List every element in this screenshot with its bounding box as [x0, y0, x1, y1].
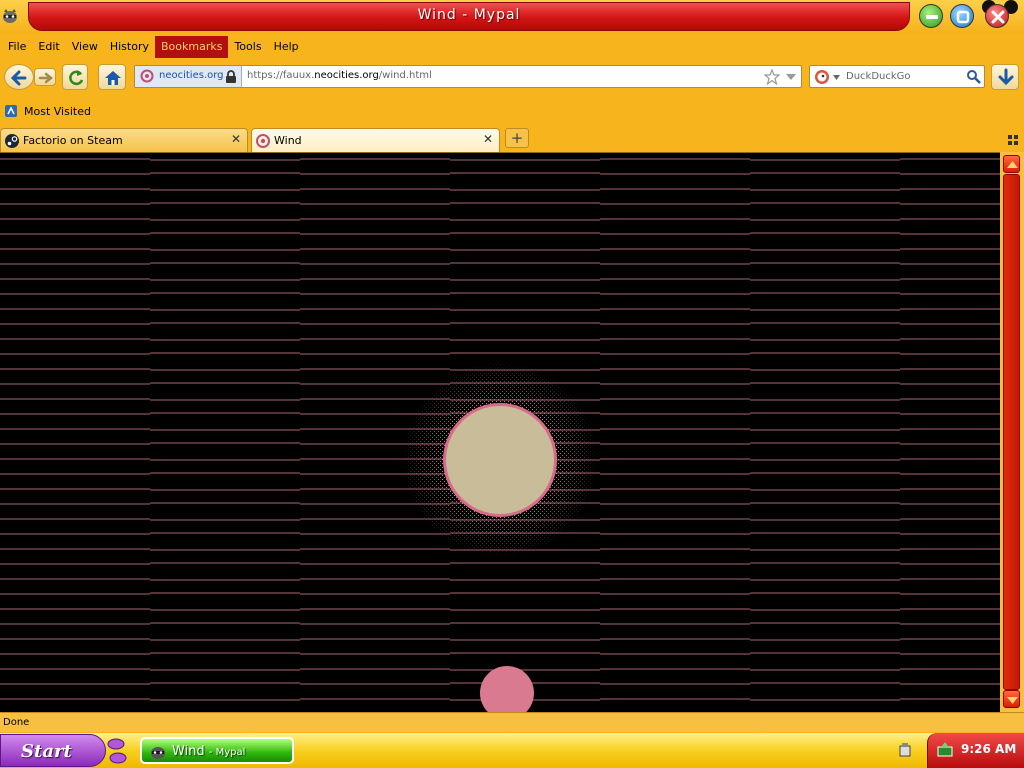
- neocities-icon: [256, 134, 270, 148]
- home-icon: [105, 71, 121, 85]
- sun: [446, 406, 554, 514]
- maximize-button[interactable]: [950, 4, 974, 28]
- tab-label: Wind: [274, 134, 302, 147]
- start-label: Start: [21, 741, 72, 762]
- minimize-icon: [926, 15, 938, 19]
- menu-tools[interactable]: Tools: [228, 36, 267, 58]
- tab-label: Factorio on Steam: [23, 134, 123, 147]
- start-ears-icon: [107, 738, 127, 764]
- menu-view[interactable]: View: [66, 36, 104, 58]
- status-bar: Done: [0, 712, 1024, 732]
- site-identity[interactable]: neocities.org: [135, 66, 242, 87]
- home-button[interactable]: [98, 64, 126, 90]
- reload-icon: [69, 70, 84, 86]
- vertical-scrollbar[interactable]: [1000, 152, 1024, 712]
- search-icon[interactable]: [966, 69, 981, 84]
- scroll-up-arrow-icon: [1007, 161, 1018, 168]
- bookmarks-toolbar: Most Visited: [0, 100, 1024, 122]
- most-visited-bookmark[interactable]: Most Visited: [4, 104, 91, 118]
- scroll-down-arrow-icon: [1007, 697, 1018, 704]
- clock[interactable]: 9:26 AM: [961, 742, 1016, 756]
- taskbar: Start Wind - Mypal 9:26 AM: [0, 733, 1024, 768]
- close-icon: [991, 10, 1005, 24]
- pink-blob: [480, 666, 534, 712]
- tab-close-icon[interactable]: ✕: [231, 132, 241, 146]
- minimize-button[interactable]: [919, 4, 943, 28]
- scroll-thumb[interactable]: [1003, 174, 1020, 690]
- mypal-raccoon-icon: [151, 747, 165, 759]
- close-button[interactable]: [985, 4, 1009, 28]
- url-text[interactable]: https://fauux.neocities.org/wind.html: [247, 70, 432, 81]
- back-button[interactable]: [4, 64, 34, 90]
- search-bar[interactable]: DuckDuckGo: [809, 65, 985, 88]
- system-tray: 9:26 AM: [927, 733, 1024, 768]
- tray-network-icon[interactable]: [936, 741, 954, 759]
- start-button[interactable]: Start: [0, 734, 106, 767]
- taskbar-item-wind[interactable]: Wind - Mypal: [140, 737, 294, 764]
- menu-help[interactable]: Help: [268, 36, 305, 58]
- menu-file[interactable]: File: [2, 36, 32, 58]
- tab-strip: Factorio on Steam ✕ Wind ✕ +: [0, 126, 1024, 152]
- search-placeholder: DuckDuckGo: [846, 71, 911, 82]
- download-arrow-icon: [998, 68, 1014, 86]
- status-text: Done: [3, 717, 30, 728]
- downloads-button[interactable]: [991, 64, 1019, 90]
- menu-bookmarks[interactable]: Bookmarks: [154, 36, 229, 58]
- scroll-up-button[interactable]: [1003, 155, 1020, 173]
- new-tab-button[interactable]: +: [505, 128, 529, 148]
- mypal-raccoon-icon: [3, 9, 17, 23]
- menu-bar: File Edit View History Bookmarks Tools H…: [0, 36, 1024, 58]
- duckduckgo-icon[interactable]: [814, 69, 830, 85]
- taskbar-item-label: Wind - Mypal: [172, 744, 246, 759]
- menu-edit[interactable]: Edit: [32, 36, 65, 58]
- engine-dropdown-icon[interactable]: [833, 75, 840, 80]
- window-title: Wind - Mypal: [417, 7, 521, 23]
- page-content: [0, 152, 1000, 712]
- lock-icon: [226, 70, 236, 83]
- neocities-icon: [140, 69, 154, 83]
- identity-domain: neocities.org: [159, 70, 224, 81]
- url-bar[interactable]: neocities.org https://fauux.neocities.or…: [134, 65, 802, 88]
- bookmark-star-icon[interactable]: [764, 69, 780, 85]
- tab-close-icon[interactable]: ✕: [483, 132, 493, 146]
- url-dropdown-icon[interactable]: [785, 73, 797, 81]
- tab-wind[interactable]: Wind ✕: [251, 128, 500, 152]
- menu-history[interactable]: History: [104, 36, 155, 58]
- forward-arrow-icon: [38, 72, 54, 84]
- steam-icon: [5, 134, 19, 148]
- list-all-tabs-icon[interactable]: [1007, 134, 1019, 146]
- tab-factorio-on-steam[interactable]: Factorio on Steam ✕: [0, 128, 248, 152]
- restore-icon: [956, 10, 970, 24]
- tray-device-icon[interactable]: [898, 742, 912, 758]
- forward-button[interactable]: [34, 68, 56, 86]
- most-visited-label: Most Visited: [24, 104, 91, 118]
- wind-animation-canvas: [0, 158, 1000, 712]
- most-visited-icon: [5, 105, 17, 117]
- title-bar: Wind - Mypal: [0, 0, 1024, 34]
- back-arrow-icon: [10, 70, 27, 86]
- reload-button[interactable]: [62, 64, 88, 90]
- scroll-down-button[interactable]: [1003, 690, 1020, 708]
